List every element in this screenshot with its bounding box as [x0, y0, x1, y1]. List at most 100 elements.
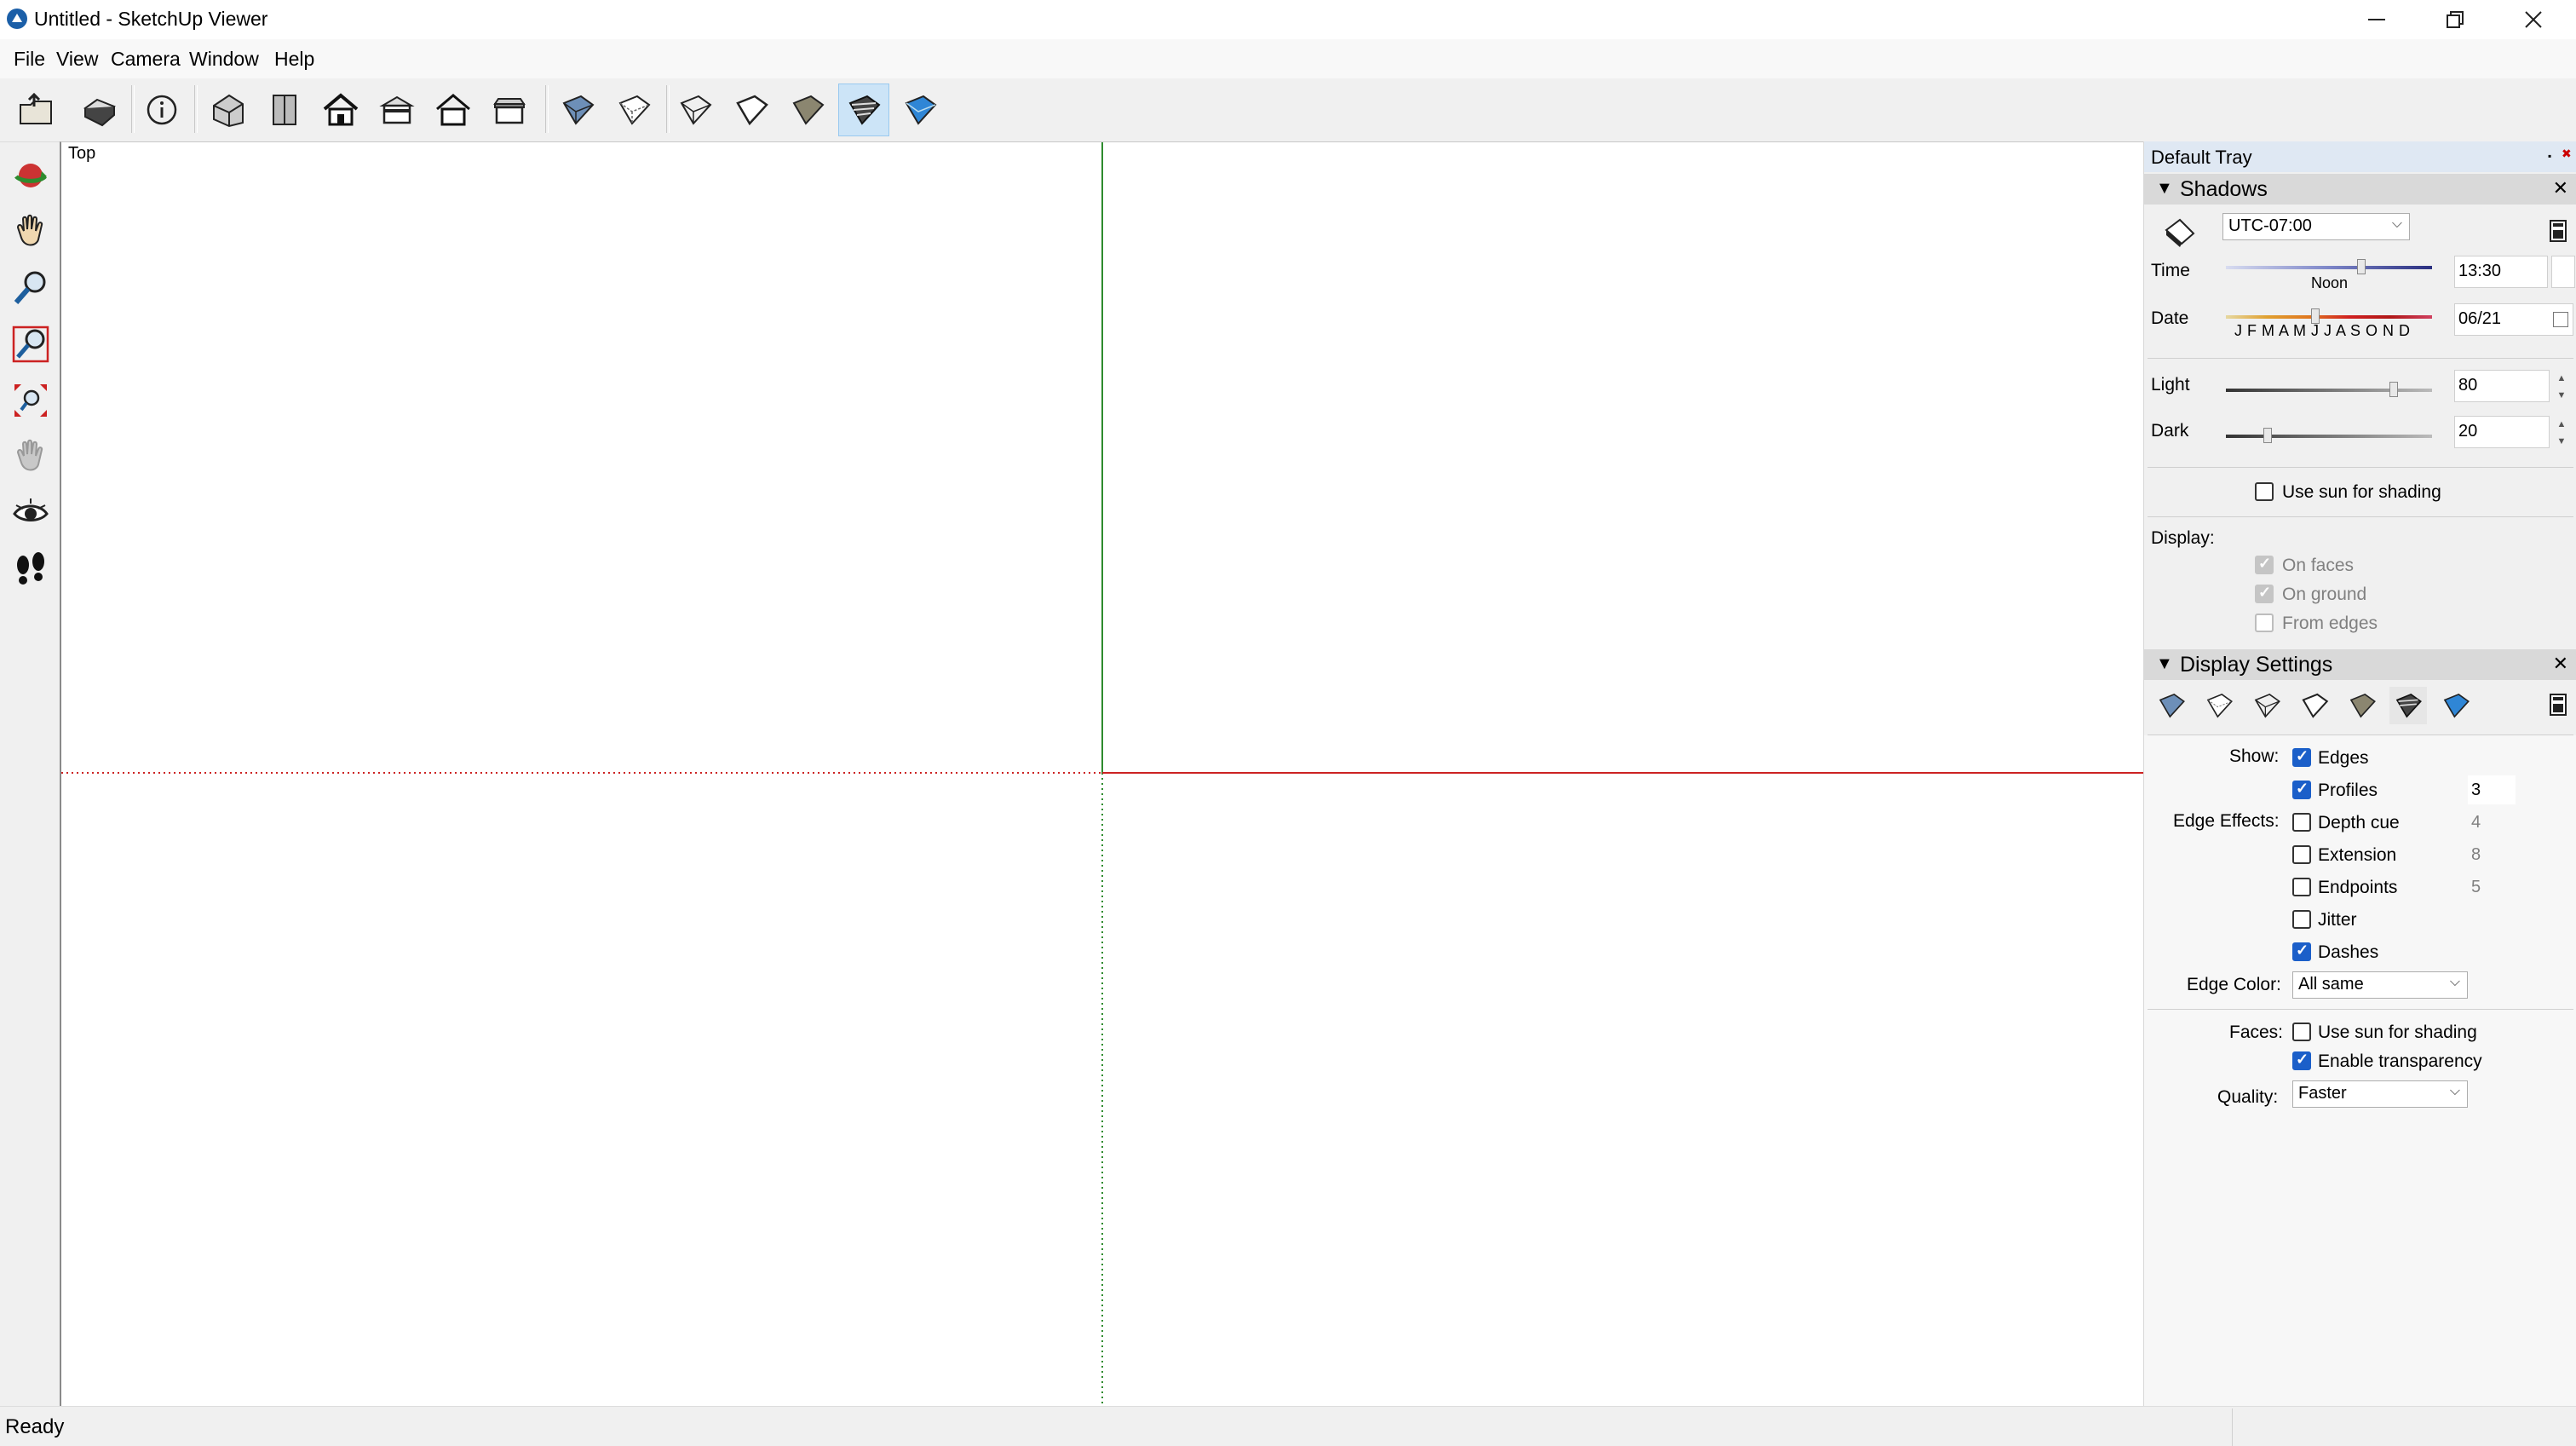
status-measurements-box — [2232, 1409, 2576, 1446]
wireframe-style-icon[interactable] — [670, 84, 721, 136]
hidden-line-style-icon[interactable] — [726, 84, 777, 136]
use-sun-shading-checkbox[interactable] — [2255, 482, 2274, 501]
menu-help[interactable]: Help — [274, 48, 314, 71]
time-slider-thumb[interactable] — [2357, 259, 2366, 274]
menu-window[interactable]: Window — [189, 48, 259, 71]
axes — [61, 142, 2145, 1407]
camera-toolbar — [0, 141, 60, 602]
back-edges-style-icon[interactable] — [2200, 687, 2238, 724]
iso-view-icon[interactable] — [203, 84, 254, 136]
shadows-panel-header[interactable]: ▼ Shadows ✕ — [2144, 174, 2576, 205]
shaded-style-icon[interactable] — [782, 84, 833, 136]
minimize-button[interactable] — [2337, 0, 2416, 39]
toolbar-separator — [131, 85, 135, 133]
back-view-icon[interactable] — [428, 84, 479, 136]
look-around-eye-icon[interactable] — [5, 487, 56, 539]
sketchup-app-icon — [5, 7, 29, 31]
edge-color-select[interactable]: All same ⌵ — [2292, 971, 2468, 999]
jitter-checkbox[interactable] — [2292, 910, 2311, 929]
xray-style-icon[interactable] — [552, 84, 603, 136]
time-spinner[interactable] — [2551, 256, 2575, 288]
endpoints-label: Endpoints — [2318, 878, 2398, 897]
front-view-icon[interactable] — [315, 84, 366, 136]
light-slider-thumb[interactable] — [2389, 382, 2398, 397]
on-ground-checkbox[interactable] — [2255, 584, 2274, 603]
zoom-extents-icon[interactable] — [5, 375, 56, 426]
status-bar: Ready — [0, 1406, 2576, 1446]
dark-spinner[interactable]: ▲ ▼ — [2551, 416, 2572, 450]
light-slider[interactable] — [2226, 389, 2432, 392]
edges-checkbox[interactable] — [2292, 747, 2311, 767]
faces-use-sun-label: Use sun for shading — [2318, 1023, 2477, 1042]
light-input[interactable]: 80 — [2454, 370, 2550, 402]
previous-view-icon[interactable] — [5, 431, 56, 482]
collapse-triangle-icon[interactable]: ▼ — [2156, 179, 2173, 199]
use-sun-shading-label: Use sun for shading — [2282, 482, 2441, 502]
on-faces-checkbox[interactable] — [2255, 555, 2274, 574]
profiles-width-input[interactable]: 3 — [2468, 775, 2516, 804]
dashes-checkbox[interactable] — [2292, 942, 2311, 961]
display-settings-panel-header[interactable]: ▼ Display Settings ✕ — [2144, 649, 2576, 680]
dark-slider[interactable] — [2226, 435, 2432, 438]
profiles-checkbox[interactable] — [2292, 780, 2311, 799]
date-slider[interactable] — [2226, 315, 2432, 319]
enable-transparency-checkbox[interactable] — [2292, 1051, 2311, 1070]
menu-file[interactable]: File — [14, 48, 45, 71]
zoom-window-icon[interactable] — [5, 319, 56, 370]
from-edges-label: From edges — [2282, 614, 2378, 633]
main-toolbar — [0, 78, 2576, 142]
quality-select[interactable]: Faster ⌵ — [2292, 1080, 2468, 1108]
monochrome-style-icon[interactable] — [2437, 687, 2475, 724]
depth-cue-checkbox[interactable] — [2292, 813, 2311, 832]
wireframe-style-icon[interactable] — [2248, 687, 2286, 724]
time-noon-mark: Noon — [2311, 274, 2349, 291]
collapse-triangle-icon[interactable]: ▼ — [2156, 654, 2173, 674]
left-view-icon[interactable] — [484, 84, 535, 136]
open-file-icon[interactable] — [10, 84, 61, 136]
xray-style-icon[interactable] — [2153, 687, 2190, 724]
shaded-with-textures-style-icon[interactable] — [838, 84, 889, 136]
dark-slider-thumb[interactable] — [2263, 428, 2272, 443]
dashes-label: Dashes — [2318, 942, 2379, 962]
time-input[interactable]: 13:30 — [2454, 256, 2548, 288]
dark-input[interactable]: 20 — [2454, 416, 2550, 448]
extension-checkbox[interactable] — [2292, 845, 2311, 864]
panel-close-icon[interactable]: ✕ — [2553, 177, 2568, 199]
timezone-select[interactable]: UTC-07:00 ⌵ — [2222, 213, 2410, 240]
light-spinner[interactable]: ▲ ▼ — [2551, 370, 2572, 404]
monochrome-style-icon[interactable] — [894, 84, 946, 136]
from-edges-checkbox[interactable] — [2255, 614, 2274, 632]
hidden-line-style-icon[interactable] — [2296, 687, 2333, 724]
panel-close-icon[interactable]: ✕ — [2553, 653, 2568, 675]
walk-footprints-icon[interactable] — [5, 544, 56, 595]
model-info-icon[interactable] — [136, 84, 187, 136]
close-button[interactable] — [2494, 0, 2573, 39]
3d-viewport[interactable]: Top — [60, 141, 2145, 1407]
restore-button[interactable] — [2416, 0, 2494, 39]
pan-hand-icon[interactable] — [5, 206, 56, 257]
expand-details-icon[interactable] — [2548, 218, 2568, 249]
shaded-style-icon[interactable] — [2343, 687, 2381, 724]
edges-label: Edges — [2318, 748, 2369, 768]
back-edges-style-icon[interactable] — [608, 84, 659, 136]
tray-pin-icon[interactable]: ▪ — [2548, 150, 2551, 162]
top-view-icon[interactable] — [259, 84, 310, 136]
orbit-icon[interactable] — [5, 150, 56, 201]
tray-close-icon[interactable]: ✖ — [2562, 147, 2572, 161]
expand-details-icon[interactable] — [2548, 692, 2568, 723]
endpoints-input[interactable]: 5 — [2468, 873, 2516, 902]
time-slider[interactable] — [2226, 266, 2432, 269]
extension-input[interactable]: 8 — [2468, 840, 2516, 869]
shaded-with-textures-style-icon[interactable] — [2389, 687, 2427, 724]
faces-use-sun-checkbox[interactable] — [2292, 1023, 2311, 1041]
print-icon[interactable] — [73, 84, 124, 136]
right-view-icon[interactable] — [371, 84, 423, 136]
month-ticks: J F M A M J J A S O N D — [2234, 322, 2411, 339]
zoom-icon[interactable] — [5, 262, 56, 314]
depth-cue-input[interactable]: 4 — [2468, 808, 2516, 837]
menu-view[interactable]: View — [56, 48, 98, 71]
endpoints-checkbox[interactable] — [2292, 878, 2311, 896]
menu-camera[interactable]: Camera — [111, 48, 181, 71]
calendar-icon[interactable] — [2553, 312, 2568, 327]
shadows-toggle-icon[interactable] — [2163, 216, 2197, 254]
